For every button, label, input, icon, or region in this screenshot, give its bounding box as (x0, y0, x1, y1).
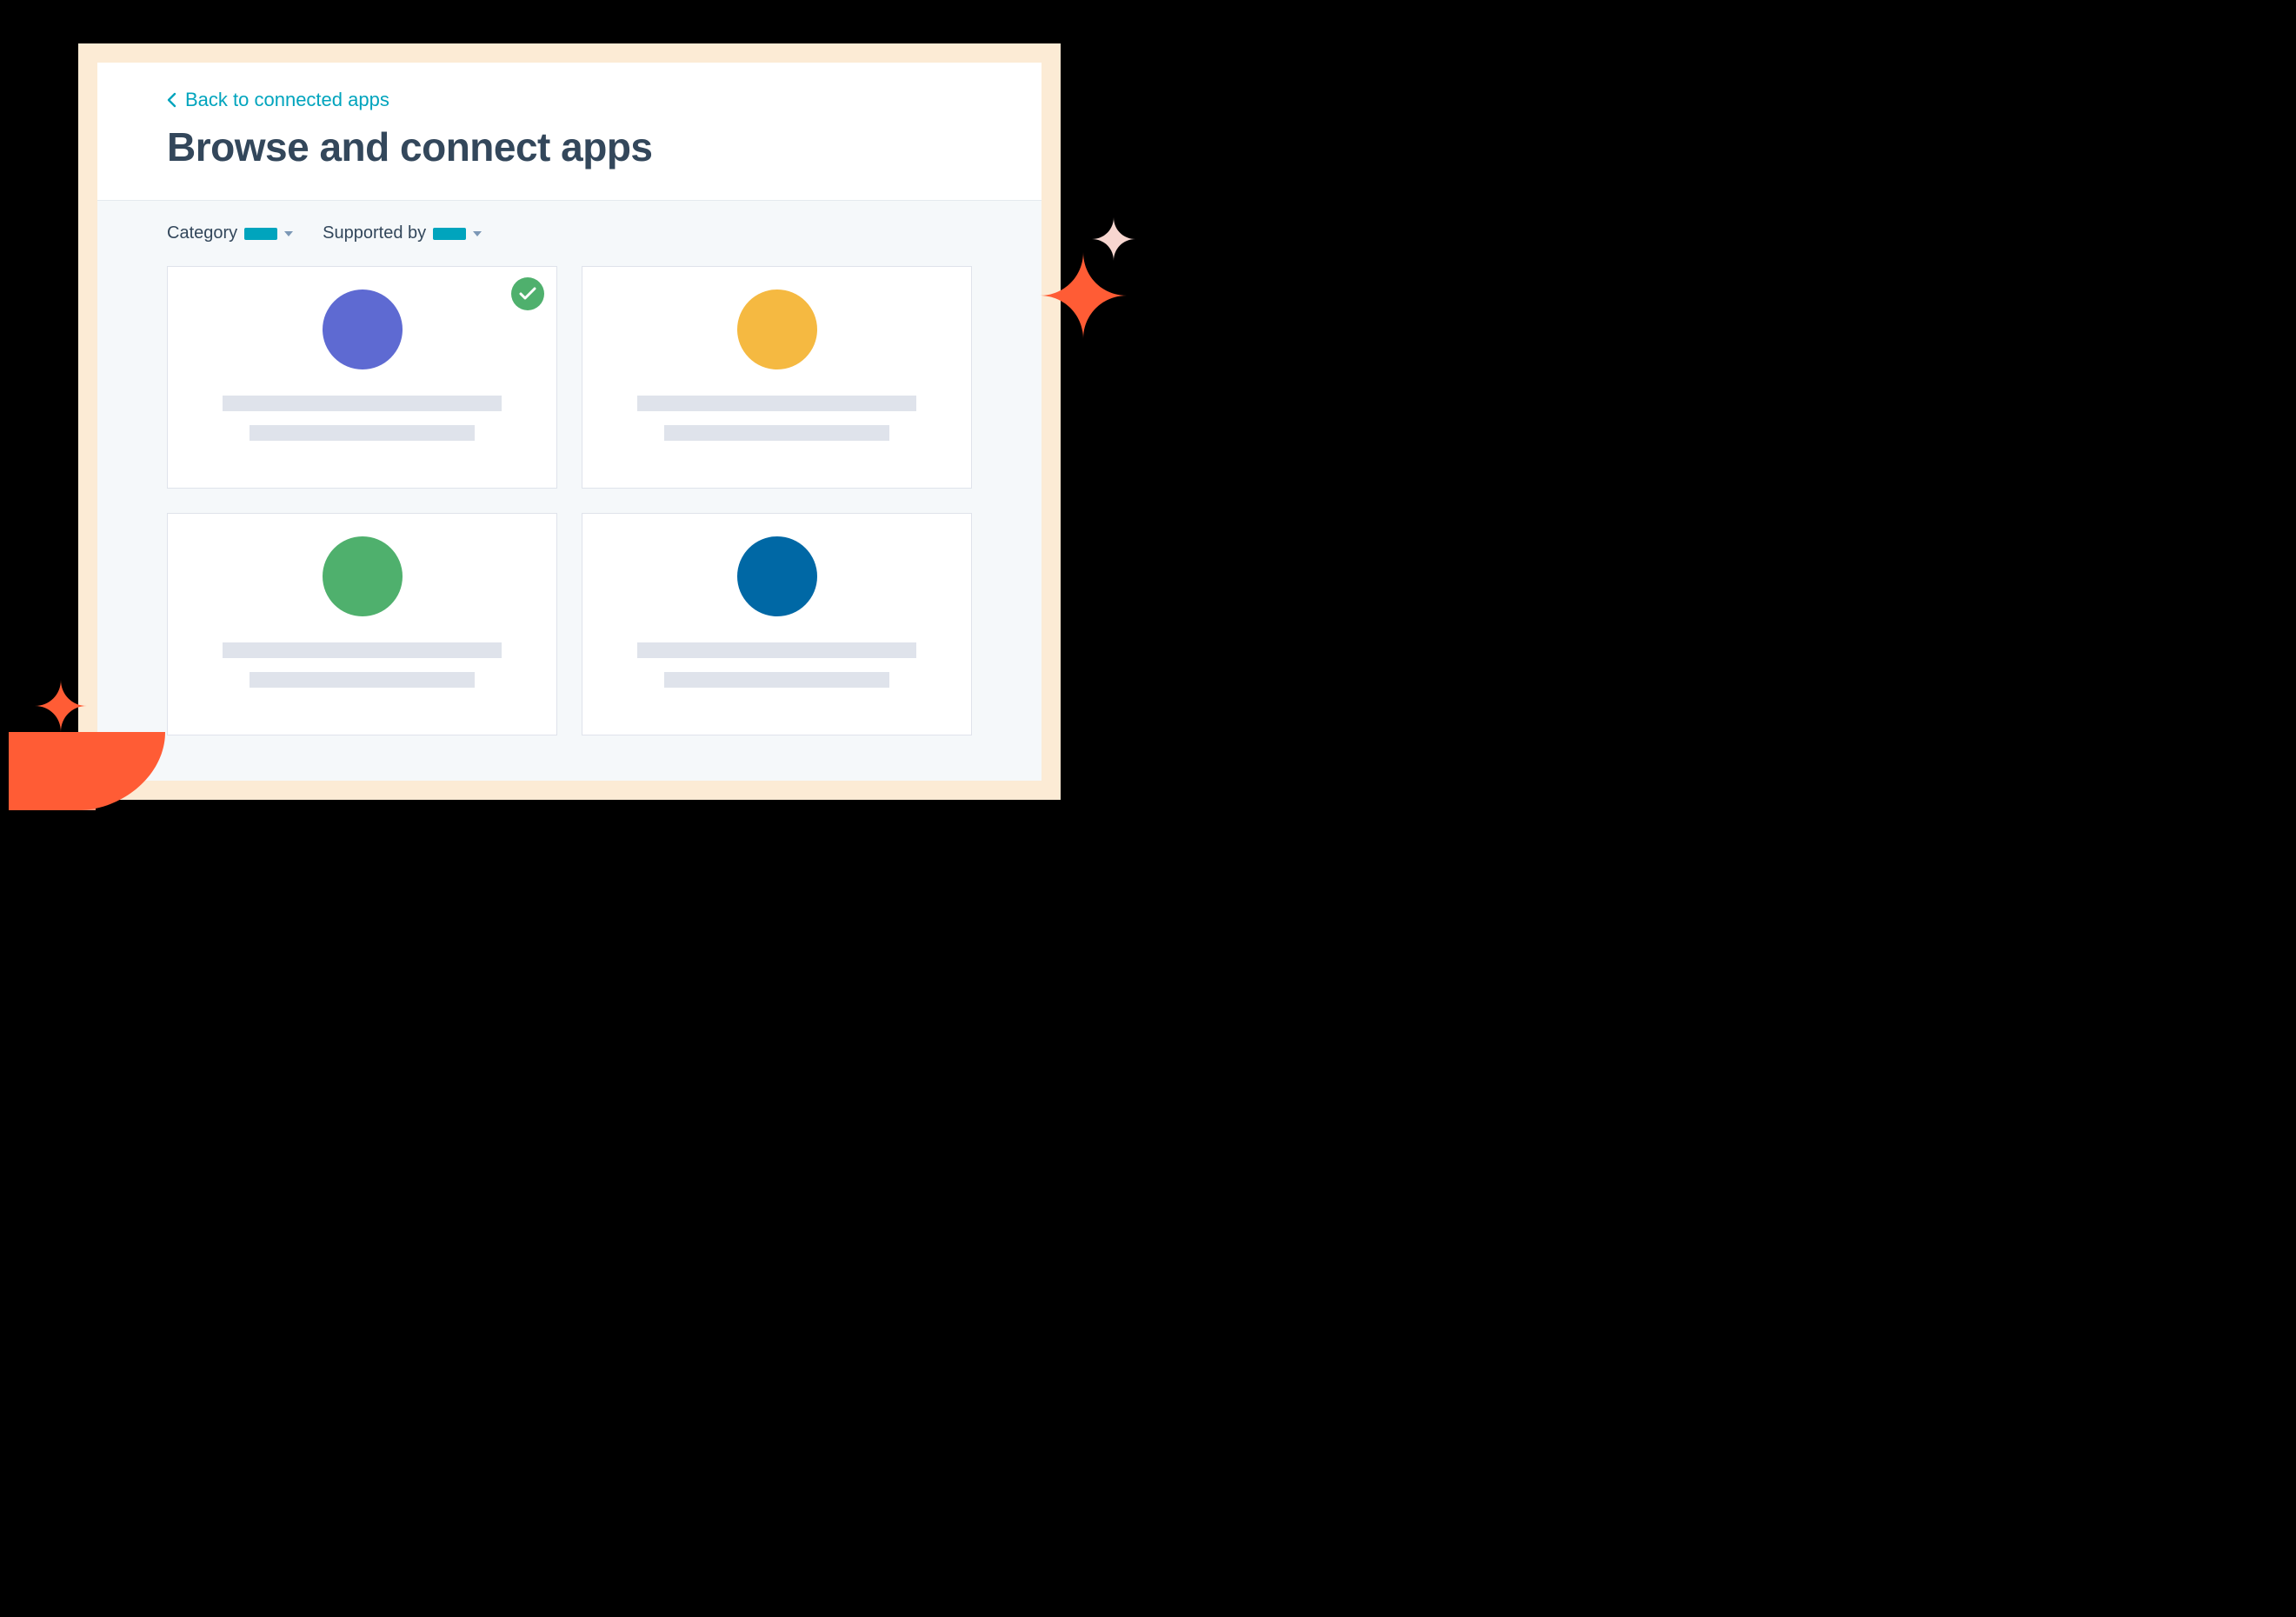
app-subtitle-placeholder (250, 425, 475, 441)
chevron-down-icon (473, 231, 482, 236)
back-link-label: Back to connected apps (185, 89, 389, 111)
filter-supported-label: Supported by (323, 223, 426, 243)
chevron-down-icon (284, 231, 293, 236)
page-title: Browse and connect apps (167, 123, 972, 170)
page-header: Back to connected apps Browse and connec… (97, 63, 1042, 201)
filter-category-value-chip (244, 228, 277, 240)
app-grid (97, 259, 1042, 735)
app-icon (323, 536, 403, 616)
app-card[interactable] (167, 513, 557, 735)
chevron-left-icon (167, 92, 176, 108)
app-card[interactable] (582, 266, 972, 489)
app-card[interactable] (167, 266, 557, 489)
back-link[interactable]: Back to connected apps (167, 89, 389, 111)
app-subtitle-placeholder (664, 672, 889, 688)
app-title-placeholder (637, 642, 917, 658)
app-panel: Back to connected apps Browse and connec… (97, 63, 1042, 781)
connected-badge (511, 277, 544, 310)
filter-bar: Category Supported by (97, 201, 1042, 259)
filter-category[interactable]: Category (167, 223, 293, 243)
app-title-placeholder (223, 642, 502, 658)
app-icon (737, 536, 817, 616)
filter-supported-by[interactable]: Supported by (323, 223, 482, 243)
app-title-placeholder (223, 396, 502, 411)
app-frame: Back to connected apps Browse and connec… (78, 43, 1061, 800)
app-subtitle-placeholder (250, 672, 475, 688)
app-subtitle-placeholder (664, 425, 889, 441)
app-card[interactable] (582, 513, 972, 735)
app-icon (323, 289, 403, 369)
app-icon (737, 289, 817, 369)
filter-supported-value-chip (433, 228, 466, 240)
app-title-placeholder (637, 396, 917, 411)
filter-category-label: Category (167, 223, 237, 243)
